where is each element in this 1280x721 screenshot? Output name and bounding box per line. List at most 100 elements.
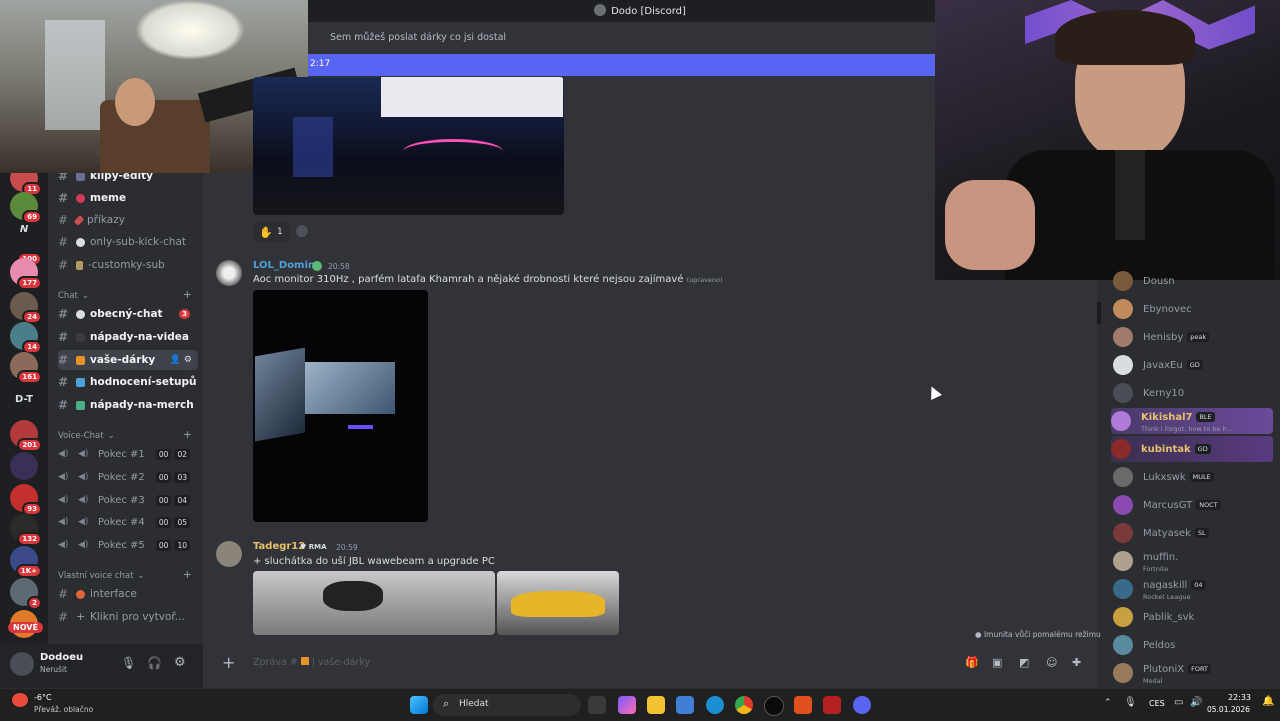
voice-channel[interactable]: ◀) ◀) Pokec #5 00 10 [58, 535, 198, 555]
category-voice-chat[interactable]: Voice-Chat ⌄ + [58, 429, 198, 441]
sticker-icon[interactable]: ◩ [1019, 656, 1029, 669]
edge-icon[interactable] [706, 696, 724, 714]
clock-time[interactable]: 22:33 [1211, 693, 1251, 702]
gear-icon[interactable]: ⚙ [184, 355, 192, 365]
member-list-item[interactable]: Ebynovec [1113, 296, 1278, 322]
avatar[interactable] [1111, 439, 1131, 459]
avatar[interactable] [1111, 411, 1131, 431]
gif-icon[interactable]: ▣ [992, 656, 1002, 669]
gift-button-icon[interactable]: 🎁 [965, 656, 979, 669]
avatar[interactable] [1113, 383, 1133, 403]
avatar[interactable] [1113, 607, 1133, 627]
add-reaction-icon[interactable] [296, 225, 308, 237]
composer-placeholder[interactable]: Zpráva # | vaše-dárky [253, 657, 370, 668]
message-image-attachment[interactable] [253, 571, 495, 635]
app-icon[interactable] [794, 696, 812, 714]
channel-prikazy[interactable]: # příkazy [58, 210, 198, 230]
member-list-item[interactable]: muffin. Fortnite [1113, 548, 1278, 574]
message-image-attachment[interactable] [253, 290, 428, 522]
server-icon[interactable] [10, 452, 38, 480]
network-icon[interactable]: ▭ [1174, 697, 1183, 708]
channel-vase-darky[interactable]: # vaše-dárky 👤 ⚙ [58, 350, 198, 370]
weather-desc[interactable]: Převáž. oblačno [34, 705, 93, 714]
add-channel-icon[interactable]: + [183, 429, 192, 441]
channel-customky-sub[interactable]: # -customky-sub [58, 255, 198, 275]
member-list-item[interactable]: Dousn [1113, 268, 1278, 294]
avatar[interactable] [1113, 327, 1133, 347]
app-icon[interactable] [823, 696, 841, 714]
message-composer[interactable]: + Zpráva # | vaše-dárky 🎁 ▣ ◩ ☺ ✚ [215, 648, 1095, 678]
message-image-attachment[interactable] [253, 77, 564, 215]
voice-channel[interactable]: ◀) ◀) Pokec #3 00 04 [58, 490, 198, 510]
avatar[interactable] [1113, 467, 1133, 487]
member-list-item[interactable]: nagaskill 04 Rocket League [1113, 576, 1278, 602]
store-icon[interactable] [676, 696, 694, 714]
add-channel-icon[interactable]: + [183, 289, 192, 301]
channel-create-voice[interactable]: # + Klikni pro vytvoř... [58, 607, 198, 627]
member-list-item[interactable]: Kerny10 [1113, 380, 1278, 406]
channel-meme[interactable]: # meme [58, 188, 198, 208]
avatar[interactable] [1113, 523, 1133, 543]
member-list-item[interactable]: Peldos [1113, 632, 1278, 658]
avatar[interactable] [1113, 663, 1133, 683]
avatar[interactable] [1113, 271, 1133, 291]
volume-icon[interactable]: 🔊 [1190, 697, 1202, 708]
taskbar-search[interactable]: ⌕ Hledat [433, 694, 581, 716]
message-image-attachment[interactable] [497, 571, 619, 635]
server-icon[interactable]: 177 [10, 258, 42, 290]
member-list-item[interactable]: Henisby peak [1113, 324, 1278, 350]
member-list-item[interactable]: kubintak GD [1111, 436, 1273, 462]
server-icon[interactable]: 69 [10, 192, 42, 224]
server-icon[interactable]: 132 [10, 514, 42, 546]
scrollbar[interactable] [1097, 302, 1101, 324]
chevron-up-icon[interactable]: ⌃ [1104, 698, 1112, 708]
task-view-icon[interactable] [588, 696, 606, 714]
avatar[interactable] [216, 260, 242, 286]
avatar[interactable] [1113, 299, 1133, 319]
member-list-item[interactable]: Pablik_svk [1113, 604, 1278, 630]
channel-hodnoceni-setupu[interactable]: # hodnocení-setupů [58, 372, 198, 392]
weather-temp[interactable]: -6°C [34, 693, 52, 702]
server-icon[interactable]: 24 [10, 292, 42, 324]
headphones-icon[interactable]: 🎧 [147, 656, 162, 670]
voice-channel[interactable]: ◀) ◀) Pokec #4 00 05 [58, 512, 198, 532]
file-explorer-icon[interactable] [647, 696, 665, 714]
member-list-item[interactable]: Matyasek SL [1113, 520, 1278, 546]
voice-channel[interactable]: ◀) ◀) Pokec #2 00 03 [58, 467, 198, 487]
emoji-icon[interactable]: ☺ [1046, 656, 1057, 669]
message-author[interactable]: Tadegr12 [253, 541, 305, 552]
member-list-item[interactable]: PlutoniX FORT Medal [1113, 660, 1278, 686]
notification-bell-icon[interactable]: 🔔 [1262, 696, 1274, 707]
chrome-icon[interactable] [735, 696, 753, 714]
avatar[interactable] [1113, 579, 1133, 599]
app-icon[interactable] [764, 696, 784, 716]
server-icon[interactable]: 14 [10, 322, 42, 354]
settings-gear-icon[interactable]: ⚙ [174, 655, 186, 670]
category-chat[interactable]: Chat ⌄ + [58, 289, 198, 301]
copilot-icon[interactable] [618, 696, 636, 714]
channel-napady-na-videa[interactable]: # nápady-na-videa [58, 327, 198, 347]
category-custom-voice[interactable]: Vlastní voice chat ⌄ + [58, 569, 198, 581]
member-list-item[interactable]: Lukxswk MULE [1113, 464, 1278, 490]
language-indicator[interactable]: CES [1149, 699, 1165, 708]
member-list-item[interactable]: MarcusGT NOCT [1113, 492, 1278, 518]
server-icon[interactable]: 161 [10, 352, 42, 384]
clock-date[interactable]: 05.01.2026 [1207, 705, 1250, 714]
microphone-tray-icon[interactable]: 🎙 [1124, 697, 1137, 708]
message-author[interactable]: LOL_Domin [253, 260, 315, 271]
channel-obecny-chat[interactable]: # obecný-chat 3 [58, 304, 198, 324]
server-icon[interactable]: 1K+ [10, 546, 42, 578]
microphone-icon[interactable]: 🎙 [121, 656, 136, 670]
channel-actions[interactable]: 👤 ⚙ [170, 355, 192, 365]
weather-icon[interactable] [12, 693, 28, 707]
attach-plus-icon[interactable]: + [222, 653, 235, 672]
server-icon[interactable]: 2 [10, 578, 42, 610]
avatar[interactable] [1113, 635, 1133, 655]
channel-only-sub-kick-chat[interactable]: # only-sub-kick-chat [58, 232, 198, 252]
avatar[interactable] [10, 652, 34, 676]
add-channel-icon[interactable]: + [183, 569, 192, 581]
avatar[interactable] [216, 541, 242, 567]
avatar[interactable] [1113, 355, 1133, 375]
voice-channel[interactable]: ◀) ◀) Pokec #1 00 02 [58, 444, 198, 464]
new-messages-bar[interactable]: 2:17 [308, 54, 935, 76]
